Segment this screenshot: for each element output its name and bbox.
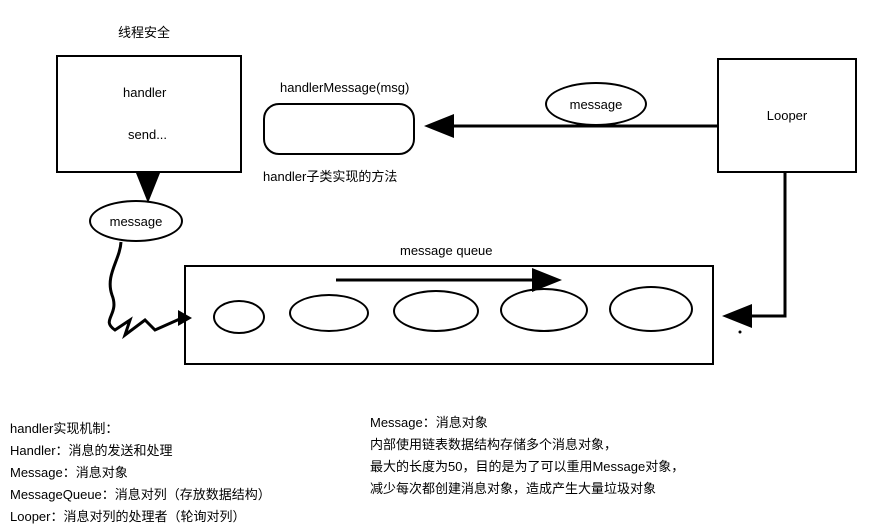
left-text-l4: Looper：消息对列的处理者（轮询对列） xyxy=(10,506,271,528)
handler-message-label: handlerMessage(msg) xyxy=(280,80,409,95)
left-text-l3: MessageQueue：消息对列（存放数据结构） xyxy=(10,484,271,506)
handler-subclass-label: handler子类实现的方法 xyxy=(263,166,397,185)
message-ellipse-top: message xyxy=(545,82,647,126)
handler-box: handler send... xyxy=(56,55,242,173)
left-text-l2: Message：消息对象 xyxy=(10,462,271,484)
handler-box-label2: send... xyxy=(128,127,167,142)
message-left-label: message xyxy=(110,214,163,229)
right-text-l4: 减少每次都创建消息对象，造成产生大量垃圾对象 xyxy=(370,478,684,500)
right-text-l1: Message：消息对象 xyxy=(370,412,684,434)
looper-label: Looper xyxy=(767,108,807,123)
left-text-title: handler实现机制： xyxy=(10,418,271,440)
handler-box-label1: handler xyxy=(123,85,166,100)
queue-msg-2 xyxy=(289,294,369,332)
right-text-l2: 内部使用链表数据结构存储多个消息对象， xyxy=(370,434,684,456)
right-text-block: Message：消息对象 内部使用链表数据结构存储多个消息对象， 最大的长度为5… xyxy=(370,412,684,500)
looper-box: Looper xyxy=(717,58,857,173)
message-top-label: message xyxy=(570,97,623,112)
left-text-block: handler实现机制： Handler：消息的发送和处理 Message：消息… xyxy=(10,418,271,528)
queue-msg-5 xyxy=(609,286,693,332)
queue-msg-1 xyxy=(213,300,265,334)
message-ellipse-left: message xyxy=(89,200,183,242)
queue-msg-3 xyxy=(393,290,479,332)
left-text-l1: Handler：消息的发送和处理 xyxy=(10,440,271,462)
right-text-l3: 最大的长度为50，目的是为了可以重用Message对象， xyxy=(370,456,684,478)
message-queue-label: message queue xyxy=(400,243,493,258)
handler-message-box xyxy=(263,103,415,155)
title-thread-safe: 线程安全 xyxy=(118,22,170,41)
queue-msg-4 xyxy=(500,288,588,332)
